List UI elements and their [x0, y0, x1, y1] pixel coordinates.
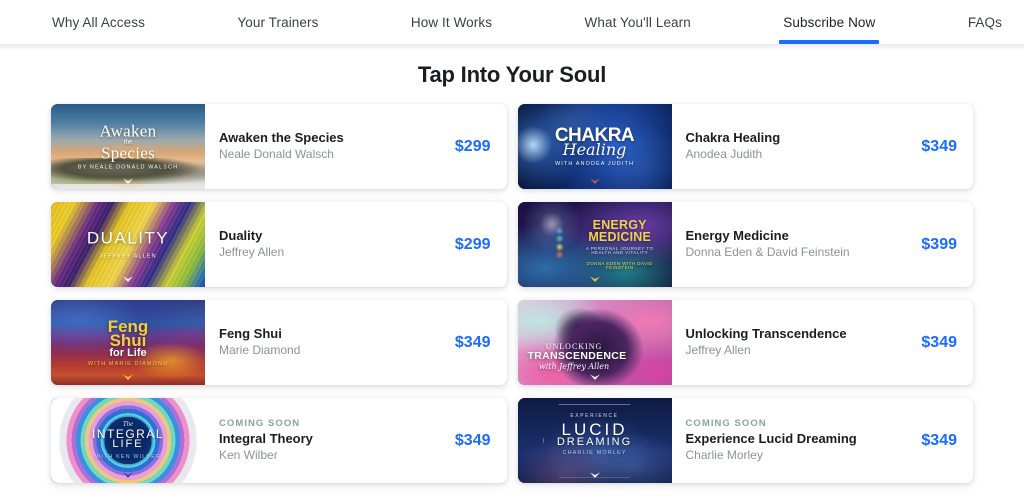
- course-card-unlocking-transcendence[interactable]: UNLOCKING TRANSCENDENCE with Jeffrey All…: [517, 300, 974, 385]
- course-price: $349: [921, 333, 957, 351]
- course-title: Integral Theory: [219, 430, 313, 446]
- course-title: Chakra Healing: [685, 130, 781, 146]
- course-thumbnail: DUALITY JEFFREY ALLEN: [51, 202, 205, 287]
- chevron-down-icon: [589, 178, 600, 184]
- nav-item-label: Why All Access: [52, 14, 145, 30]
- course-author: Anodea Judith: [685, 147, 763, 162]
- course-title: Unlocking Transcendence: [685, 326, 847, 342]
- course-price: $349: [454, 431, 491, 449]
- active-tab-underline: [779, 40, 880, 44]
- cover-art-chakra-healing: [517, 104, 672, 189]
- course-info: COMING SOON Integral Theory Ken Wilber $…: [205, 398, 507, 483]
- course-author: Jeffrey Allen: [219, 245, 285, 260]
- course-thumbnail: The INTEGRAL LIFE WITH KEN WILBER: [51, 398, 205, 483]
- course-author: Ken Wilber: [219, 447, 278, 462]
- chevron-down-icon: [589, 374, 600, 380]
- chevron-down-icon: [123, 276, 133, 282]
- course-author: Neale Donald Walsch: [219, 147, 334, 162]
- nav-item-why-all-access[interactable]: Why All Access: [40, 0, 157, 44]
- course-info: Awaken the Species Neale Donald Walsch $…: [205, 104, 507, 189]
- top-navigation: Why All Access Your Trainers How It Work…: [0, 0, 1024, 51]
- course-thumbnail: EXPERIENCE LUCID DREAMING CHARLIE MORLEY: [517, 398, 672, 483]
- nav-item-subscribe-now[interactable]: Subscribe Now: [771, 0, 887, 44]
- course-thumbnail: Feng Shui for Life WITH MARIE DIAMOND: [51, 300, 205, 385]
- course-author: Donna Eden & David Feinstein: [685, 245, 850, 260]
- course-title: Energy Medicine: [685, 228, 789, 244]
- course-info: COMING SOON Experience Lucid Dreaming Ch…: [672, 398, 974, 483]
- course-info: Unlocking Transcendence Jeffrey Allen $3…: [672, 300, 974, 385]
- course-card-integral-theory[interactable]: The INTEGRAL LIFE WITH KEN WILBER COMING…: [51, 398, 507, 483]
- chevron-down-icon: [589, 472, 600, 478]
- nav-item-label: Your Trainers: [237, 14, 319, 30]
- course-card-chakra-healing[interactable]: CHAKRA Healing WITH ANODEA JUDITH Chakra…: [517, 104, 974, 189]
- course-author: Jeffrey Allen: [685, 343, 751, 358]
- page-body: Tap Into Your Soul Awaken the Species BY…: [0, 44, 1024, 501]
- nav-item-how-it-works[interactable]: How It Works: [399, 0, 504, 44]
- cover-art-integral-theory: [51, 398, 205, 483]
- course-author: Marie Diamond: [219, 343, 301, 358]
- chevron-down-icon: [123, 374, 133, 380]
- course-thumbnail: Awaken the Species BY NEALE DONALD WALSC…: [51, 104, 205, 189]
- course-info: Chakra Healing Anodea Judith $349: [672, 104, 974, 189]
- course-price: $299: [454, 235, 491, 253]
- chevron-down-icon: [123, 178, 133, 184]
- cover-art-energy-medicine: [517, 202, 672, 287]
- cover-art-experience-lucid-dreaming: [517, 398, 672, 483]
- coming-soon-badge: COMING SOON: [219, 417, 301, 429]
- course-info: Duality Jeffrey Allen $299: [205, 202, 507, 287]
- cover-art-awaken-the-species: [51, 104, 205, 189]
- course-price: $399: [921, 235, 957, 253]
- nav-items: Why All Access Your Trainers How It Work…: [10, 0, 1014, 44]
- coming-soon-badge: COMING SOON: [685, 417, 767, 429]
- course-price: $299: [454, 137, 491, 155]
- nav-item-what-youll-learn[interactable]: What You'll Learn: [573, 0, 703, 44]
- course-title: Duality: [219, 228, 263, 244]
- course-title: Experience Lucid Dreaming: [685, 430, 857, 446]
- chevron-down-icon: [123, 472, 133, 478]
- course-card-awaken-the-species[interactable]: Awaken the Species BY NEALE DONALD WALSC…: [51, 104, 507, 189]
- course-grid: Awaken the Species BY NEALE DONALD WALSC…: [51, 104, 973, 483]
- nav-item-label: Subscribe Now: [783, 14, 876, 30]
- nav-item-your-trainers[interactable]: Your Trainers: [225, 0, 330, 44]
- course-author: Charlie Morley: [685, 447, 763, 462]
- cover-art-duality: [51, 202, 205, 287]
- course-price: $349: [454, 333, 491, 351]
- course-card-energy-medicine[interactable]: ENERGY MEDICINE A PERSONAL JOURNEY TO HE…: [517, 202, 974, 287]
- chevron-down-icon: [589, 276, 600, 282]
- nav-item-faqs[interactable]: FAQs: [956, 0, 1014, 44]
- cover-art-unlocking-transcendence: [517, 300, 672, 385]
- nav-item-label: FAQs: [967, 14, 1002, 30]
- nav-item-label: How It Works: [410, 14, 493, 30]
- course-info: Energy Medicine Donna Eden & David Feins…: [672, 202, 974, 287]
- course-thumbnail: CHAKRA Healing WITH ANODEA JUDITH: [517, 104, 672, 189]
- page-title: Tap Into Your Soul: [417, 62, 607, 87]
- course-card-experience-lucid-dreaming[interactable]: EXPERIENCE LUCID DREAMING CHARLIE MORLEY…: [517, 398, 974, 483]
- course-price: $349: [921, 137, 957, 155]
- nav-item-label: What You'll Learn: [584, 14, 691, 30]
- course-title: Feng Shui: [219, 326, 282, 342]
- course-title: Awaken the Species: [219, 130, 344, 146]
- course-info: Feng Shui Marie Diamond $349: [205, 300, 507, 385]
- course-thumbnail: ENERGY MEDICINE A PERSONAL JOURNEY TO HE…: [517, 202, 672, 287]
- course-card-duality[interactable]: DUALITY JEFFREY ALLEN Duality Jeffrey Al…: [51, 202, 507, 287]
- cover-art-feng-shui: [51, 300, 205, 385]
- course-thumbnail: UNLOCKING TRANSCENDENCE with Jeffrey All…: [517, 300, 672, 385]
- course-price: $349: [921, 431, 957, 449]
- course-card-feng-shui[interactable]: Feng Shui for Life WITH MARIE DIAMOND Fe…: [51, 300, 507, 385]
